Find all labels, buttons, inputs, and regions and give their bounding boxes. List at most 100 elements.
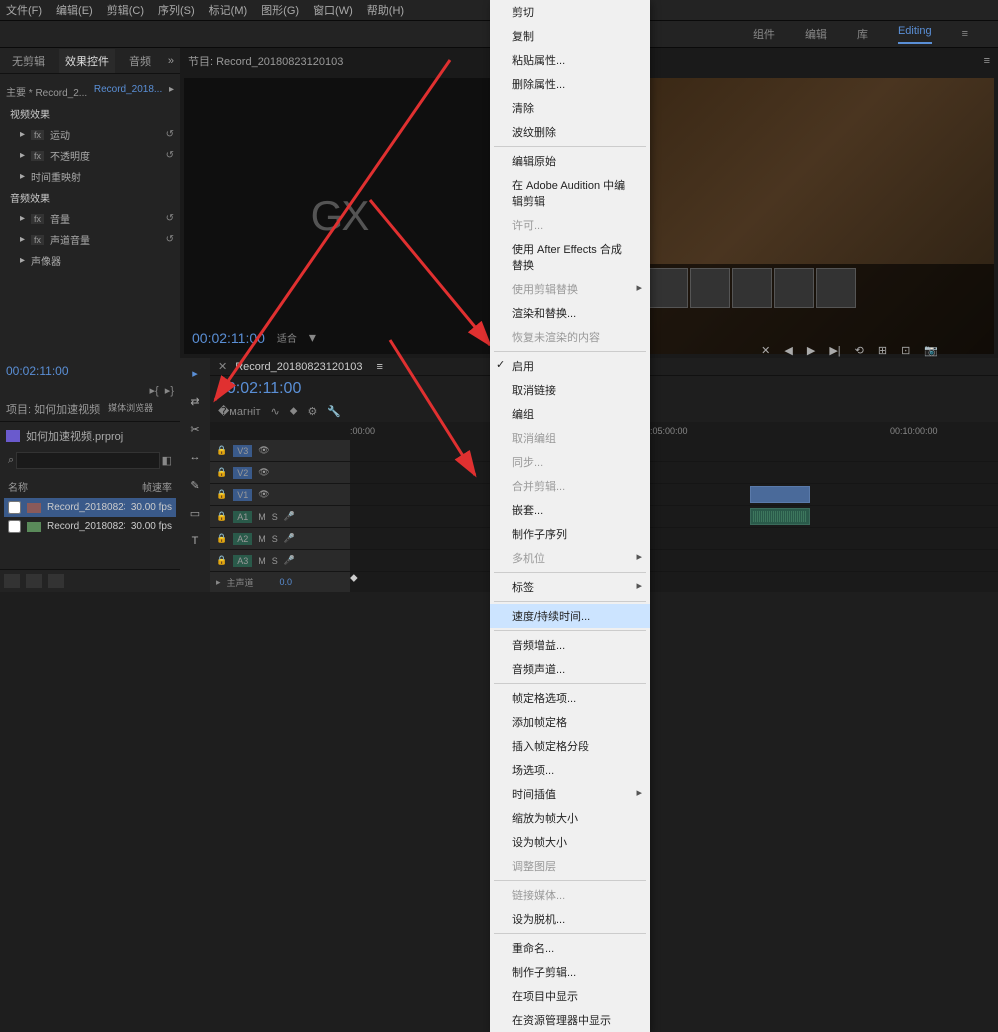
source-timecode[interactable]: 00:02:11:00 xyxy=(192,330,265,346)
track-a2[interactable] xyxy=(350,528,998,549)
step-fwd-button[interactable]: ▶| xyxy=(829,344,840,357)
context-menu-item[interactable]: 制作子序列 xyxy=(490,522,650,546)
eye-icon[interactable]: 👁 xyxy=(258,445,269,456)
tab-effect-controls[interactable]: 效果控件 xyxy=(59,49,115,73)
lock-icon[interactable]: 🔒 xyxy=(216,489,227,500)
video-clip[interactable] xyxy=(750,486,810,503)
filter-icon[interactable]: ◧ xyxy=(160,452,174,469)
lock-icon[interactable]: 🔒 xyxy=(216,445,227,456)
export-frame-button[interactable]: ⊡ xyxy=(901,344,910,357)
context-menu-item[interactable]: 时间插值 xyxy=(490,782,650,806)
track-header-a3[interactable]: 🔒A3MS🎤 xyxy=(210,550,350,571)
context-menu-item[interactable]: 音频声道... xyxy=(490,657,650,681)
context-menu-item[interactable]: 标签 xyxy=(490,575,650,599)
panel-menu-icon[interactable]: » xyxy=(168,55,174,67)
menu-help[interactable]: 帮助(H) xyxy=(367,2,404,18)
mic-icon[interactable]: 🎤 xyxy=(284,555,295,566)
context-menu-item[interactable]: 编组 xyxy=(490,402,650,426)
ws-menu-icon[interactable]: ≡ xyxy=(962,28,968,40)
eye-icon[interactable]: 👁 xyxy=(258,489,269,500)
play-button[interactable]: ▶ xyxy=(807,344,815,357)
context-menu-item[interactable]: 插入帧定格分段 xyxy=(490,734,650,758)
mark-in-button[interactable]: ✕ xyxy=(761,344,770,357)
effect-channel-volume[interactable]: ▸fx声道音量↺ xyxy=(6,229,174,250)
effect-panner[interactable]: ▸声像器 xyxy=(6,250,174,271)
source-monitor-viewport[interactable]: GX 00:02:11:00 适合 ▾ xyxy=(184,78,494,354)
program-monitor-viewport[interactable] xyxy=(644,78,994,354)
panel-menu-icon[interactable]: ≡ xyxy=(376,361,382,373)
track-a1[interactable] xyxy=(350,506,998,527)
lock-icon[interactable]: 🔒 xyxy=(216,555,227,566)
chevron-down-icon[interactable]: ▾ xyxy=(309,329,316,346)
wrench-icon[interactable]: 🔧 xyxy=(327,405,341,418)
track-a3[interactable] xyxy=(350,550,998,571)
project-item[interactable]: Record_20180823120103.m 30.00 fps xyxy=(4,517,176,536)
context-menu-item[interactable]: 重命名... xyxy=(490,936,650,960)
ws-tab-component[interactable]: 组件 xyxy=(753,26,775,42)
freeform-view-button[interactable] xyxy=(48,574,64,588)
tab-project[interactable]: 项目: 如何加速视频 xyxy=(6,401,100,417)
selection-tool[interactable]: ▸ xyxy=(186,364,204,382)
snapshot-button[interactable]: 📷 xyxy=(924,344,938,357)
chevron-right-icon[interactable]: ▸ xyxy=(169,84,174,99)
safe-margins-button[interactable]: ⊞ xyxy=(878,344,887,357)
panel-timecode[interactable]: 00:02:11:00 xyxy=(0,358,180,384)
context-menu-item[interactable]: 波纹删除 xyxy=(490,120,650,144)
ws-tab-editing[interactable]: Editing xyxy=(898,25,932,44)
context-menu-item[interactable]: 添加帧定格 xyxy=(490,710,650,734)
context-menu-item[interactable]: 启用 xyxy=(490,354,650,378)
timeline-timecode[interactable]: 00:02:11:00 xyxy=(218,380,301,398)
context-menu-item[interactable]: 音频增益... xyxy=(490,633,650,657)
context-menu-item[interactable]: 设为帧大小 xyxy=(490,830,650,854)
menu-file[interactable]: 文件(F) xyxy=(6,2,42,18)
menu-marker[interactable]: 标记(M) xyxy=(209,2,248,18)
list-view-button[interactable] xyxy=(4,574,20,588)
mic-icon[interactable]: 🎤 xyxy=(284,533,295,544)
col-fps[interactable]: 帧速率 xyxy=(142,479,172,494)
timeline-tab[interactable]: Record_20180823120103 xyxy=(235,361,362,373)
menu-clip[interactable]: 剪辑(C) xyxy=(107,2,144,18)
eye-icon[interactable]: 👁 xyxy=(258,467,269,478)
context-menu-item[interactable]: 缩放为帧大小 xyxy=(490,806,650,830)
project-item[interactable]: Record_20180823120103 30.00 fps xyxy=(4,498,176,517)
insert-button[interactable]: ▸{ xyxy=(149,384,158,397)
menu-graphics[interactable]: 图形(G) xyxy=(261,2,299,18)
context-menu-item[interactable]: 场选项... xyxy=(490,758,650,782)
reset-icon[interactable]: ↺ xyxy=(166,234,174,245)
icon-view-button[interactable] xyxy=(26,574,42,588)
context-menu-item[interactable]: 渲染和替换... xyxy=(490,301,650,325)
step-back-button[interactable]: ◀ xyxy=(784,344,792,357)
track-v2[interactable] xyxy=(350,462,998,483)
ws-tab-edit[interactable]: 编辑 xyxy=(805,26,827,42)
context-menu-item[interactable]: 删除属性... xyxy=(490,72,650,96)
effect-timeremap[interactable]: ▸时间重映射 xyxy=(6,166,174,187)
settings-icon[interactable]: ⚙ xyxy=(307,405,317,418)
effect-volume[interactable]: ▸fx音量↺ xyxy=(6,208,174,229)
effect-opacity[interactable]: ▸fx不透明度↺ xyxy=(6,145,174,166)
track-header-a1[interactable]: 🔒A1MS🎤 xyxy=(210,506,350,527)
effect-target-label[interactable]: Record_2018... xyxy=(94,84,162,99)
track-header-a2[interactable]: 🔒A2MS🎤 xyxy=(210,528,350,549)
track-master[interactable]: ⬥ xyxy=(350,572,998,592)
slip-tool[interactable]: ↔ xyxy=(186,448,204,466)
context-menu-item[interactable]: 设为脱机... xyxy=(490,907,650,931)
track-select-tool[interactable]: ⇄ xyxy=(186,392,204,410)
context-menu-item[interactable]: 使用 After Effects 合成替换 xyxy=(490,237,650,277)
link-icon[interactable]: ∿ xyxy=(271,405,280,418)
item-checkbox[interactable] xyxy=(8,501,21,514)
audio-clip[interactable] xyxy=(750,508,810,525)
panel-menu-icon[interactable]: ≡ xyxy=(984,55,990,67)
context-menu-item[interactable]: 速度/持续时间... xyxy=(490,604,650,628)
track-header-master[interactable]: ▸主声道0.0 xyxy=(210,572,350,592)
tab-media-browser[interactable]: 媒体浏览器 xyxy=(108,401,153,417)
reset-icon[interactable]: ↺ xyxy=(166,150,174,161)
pen-tool[interactable]: ✎ xyxy=(186,476,204,494)
context-menu-item[interactable]: 在 Adobe Audition 中编辑剪辑 xyxy=(490,173,650,213)
context-menu-item[interactable]: 嵌套... xyxy=(490,498,650,522)
reset-icon[interactable]: ↺ xyxy=(166,213,174,224)
track-v1[interactable]: fx Record_201808231201 Rec xyxy=(350,484,998,505)
tab-noclip[interactable]: 无剪辑 xyxy=(6,49,51,73)
item-checkbox[interactable] xyxy=(8,520,21,533)
menu-edit[interactable]: 编辑(E) xyxy=(56,2,93,18)
context-menu-item[interactable]: 帧定格选项... xyxy=(490,686,650,710)
